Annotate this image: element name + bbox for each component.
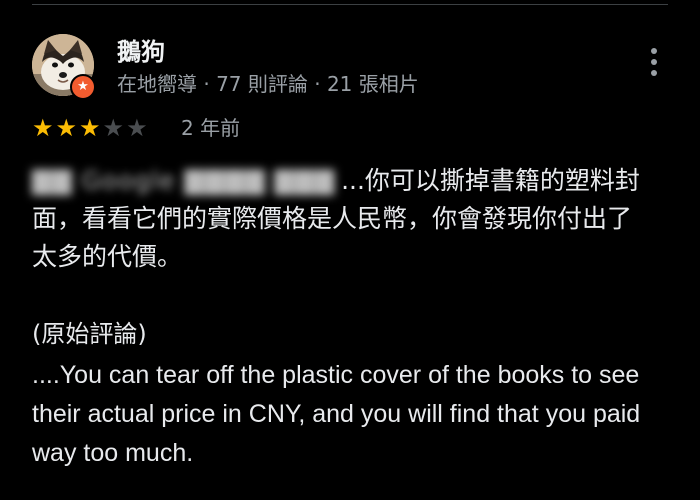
star-empty-icon: ★: [102, 114, 125, 142]
original-review-text: ....You can tear off the plastic cover o…: [32, 361, 641, 467]
more-vert-icon: [651, 70, 657, 76]
star-rating: ★ ★ ★ ★ ★: [32, 114, 148, 142]
star-filled-icon: ★: [79, 114, 101, 142]
blurred-prefix: ▇▇: [32, 166, 73, 195]
review-date: 2 年前: [181, 116, 241, 140]
more-options-button[interactable]: [640, 44, 668, 80]
star-filled-icon: ★: [32, 114, 54, 142]
more-vert-icon: [651, 59, 657, 65]
local-guide-star-icon: ★: [70, 74, 96, 100]
original-review-label: (原始評論): [32, 320, 147, 348]
translated-review-text: ▇▇ Google ▇▇▇▇ ▇▇▇ ...你可以撕掉書籍的塑料封面，看看它們的…: [32, 162, 642, 276]
blurred-text: ▇▇ Google ▇▇▇▇ ▇▇▇: [32, 162, 335, 200]
reviewer-avatar[interactable]: ★: [32, 34, 96, 100]
star-filled-icon: ★: [55, 114, 78, 142]
more-vert-icon: [651, 48, 657, 54]
blurred-google-word: Google: [81, 166, 176, 195]
blurred-suffix: ▇▇▇▇ ▇▇▇: [184, 166, 336, 195]
reviewer-meta[interactable]: 在地嚮導 · 77 則評論 · 21 張相片: [117, 68, 419, 97]
star-empty-icon: ★: [126, 114, 148, 142]
top-divider: [32, 4, 668, 5]
reviewer-name[interactable]: 鵝狗: [117, 32, 165, 67]
